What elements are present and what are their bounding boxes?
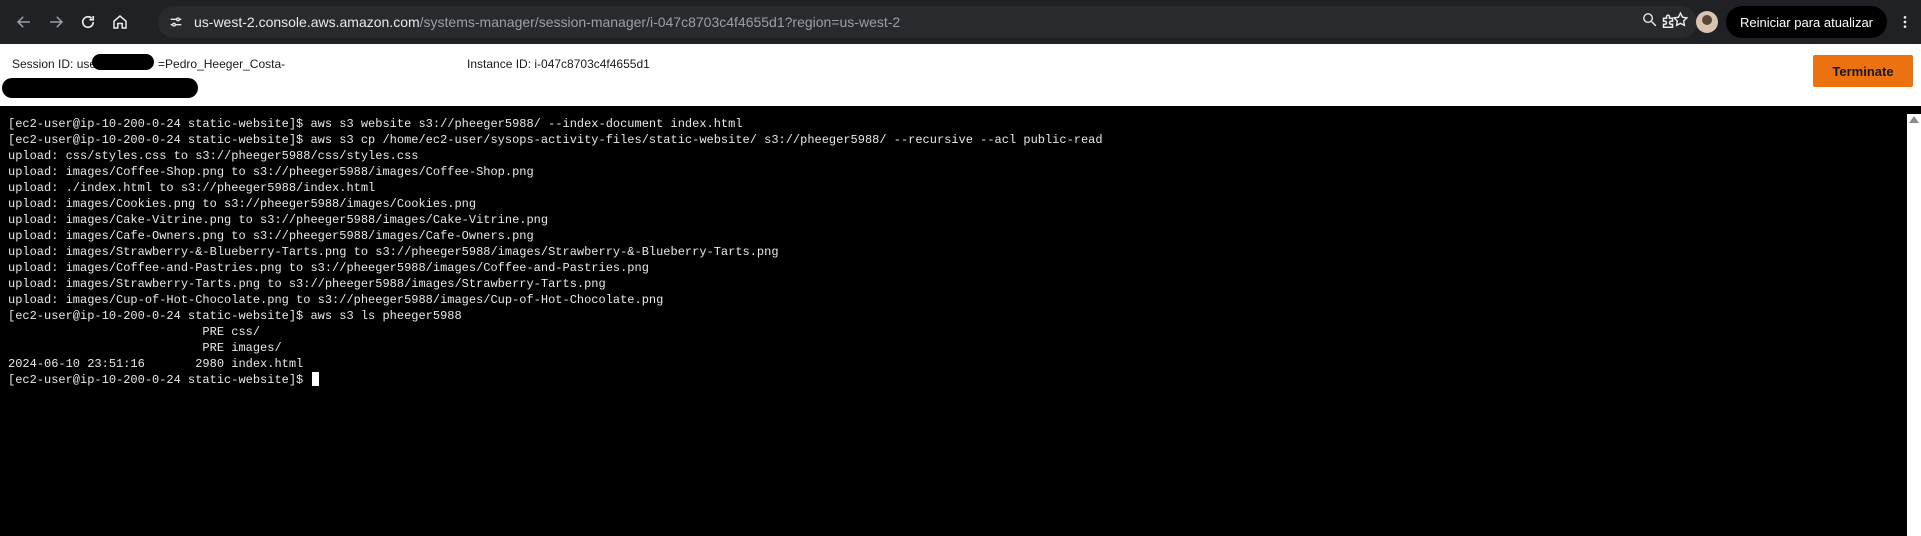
terminal-line: PRE css/ (8, 325, 261, 339)
address-bar[interactable]: us-west-2.console.aws.amazon.com/systems… (158, 6, 1697, 38)
terminal-line: [ec2-user@ip-10-200-0-24 static-website]… (8, 133, 1103, 147)
terminal-line: upload: images/Cookies.png to s3://pheeg… (8, 197, 477, 211)
menu-kebab-icon[interactable] (1895, 6, 1915, 38)
terminal-line: 2024-06-10 23:51:16 2980 index.html (8, 357, 304, 371)
reload-icon[interactable] (72, 6, 104, 38)
terminal-line: [ec2-user@ip-10-200-0-24 static-website]… (8, 309, 462, 323)
site-info-icon[interactable] (162, 8, 190, 36)
terminal-cursor (312, 372, 320, 386)
restart-to-update-button[interactable]: Reiniciar para atualizar (1726, 6, 1887, 38)
instance-id: Instance ID: i-047c8703c4f4655d1 (467, 57, 650, 71)
terminate-button[interactable]: Terminate (1813, 55, 1913, 87)
home-icon[interactable] (104, 6, 136, 38)
terminal-output: [ec2-user@ip-10-200-0-24 static-website]… (8, 116, 1921, 388)
terminal-line: upload: images/Cake-Vitrine.png to s3://… (8, 213, 549, 227)
terminal-line: PRE images/ (8, 341, 282, 355)
terminal-line: upload: images/Coffee-Shop.png to s3://p… (8, 165, 534, 179)
terminal-line: upload: images/Cafe-Owners.png to s3://p… (8, 229, 534, 243)
forward-icon[interactable] (40, 6, 72, 38)
url-text[interactable]: us-west-2.console.aws.amazon.com/systems… (194, 14, 900, 30)
terminal-prompt: [ec2-user@ip-10-200-0-24 static-website]… (8, 373, 311, 387)
url-path: /systems-manager/session-manager/i-047c8… (419, 14, 901, 30)
terminal-line: upload: css/styles.css to s3://pheeger59… (8, 149, 419, 163)
back-icon[interactable] (8, 6, 40, 38)
session-id-prefix: Session ID: use (12, 57, 97, 71)
terminal-prompt-line: [ec2-user@ip-10-200-0-24 static-website]… (8, 372, 1921, 388)
terminal-line: upload: images/Coffee-and-Pastries.png t… (8, 261, 649, 275)
browser-toolbar: us-west-2.console.aws.amazon.com/systems… (0, 0, 1921, 44)
terminal-line: [ec2-user@ip-10-200-0-24 static-website]… (8, 117, 743, 131)
redaction-mark (2, 78, 198, 98)
terminal-line: upload: ./index.html to s3://pheeger5988… (8, 181, 376, 195)
terminal-line: upload: images/Strawberry-Tarts.png to s… (8, 277, 606, 291)
url-host: us-west-2.console.aws.amazon.com (194, 14, 420, 30)
scroll-up-arrow-icon[interactable] (1909, 116, 1919, 123)
terminal-scrollbar[interactable] (1907, 114, 1921, 536)
extensions-icon[interactable] (1652, 6, 1684, 38)
terminal[interactable]: [ec2-user@ip-10-200-0-24 static-website]… (0, 106, 1921, 536)
session-id-suffix: =Pedro_Heeger_Costa- (158, 57, 286, 71)
terminal-line: upload: images/Strawberry-&-Blueberry-Ta… (8, 245, 779, 259)
terminal-line: upload: images/Cup-of-Hot-Chocolate.png … (8, 293, 664, 307)
session-header: Session ID: use =Pedro_Heeger_Costa- Inst… (0, 44, 1921, 106)
redaction-mark (92, 54, 154, 70)
profile-avatar[interactable] (1696, 11, 1719, 33)
terminal-lines: [ec2-user@ip-10-200-0-24 static-website]… (8, 116, 1921, 372)
